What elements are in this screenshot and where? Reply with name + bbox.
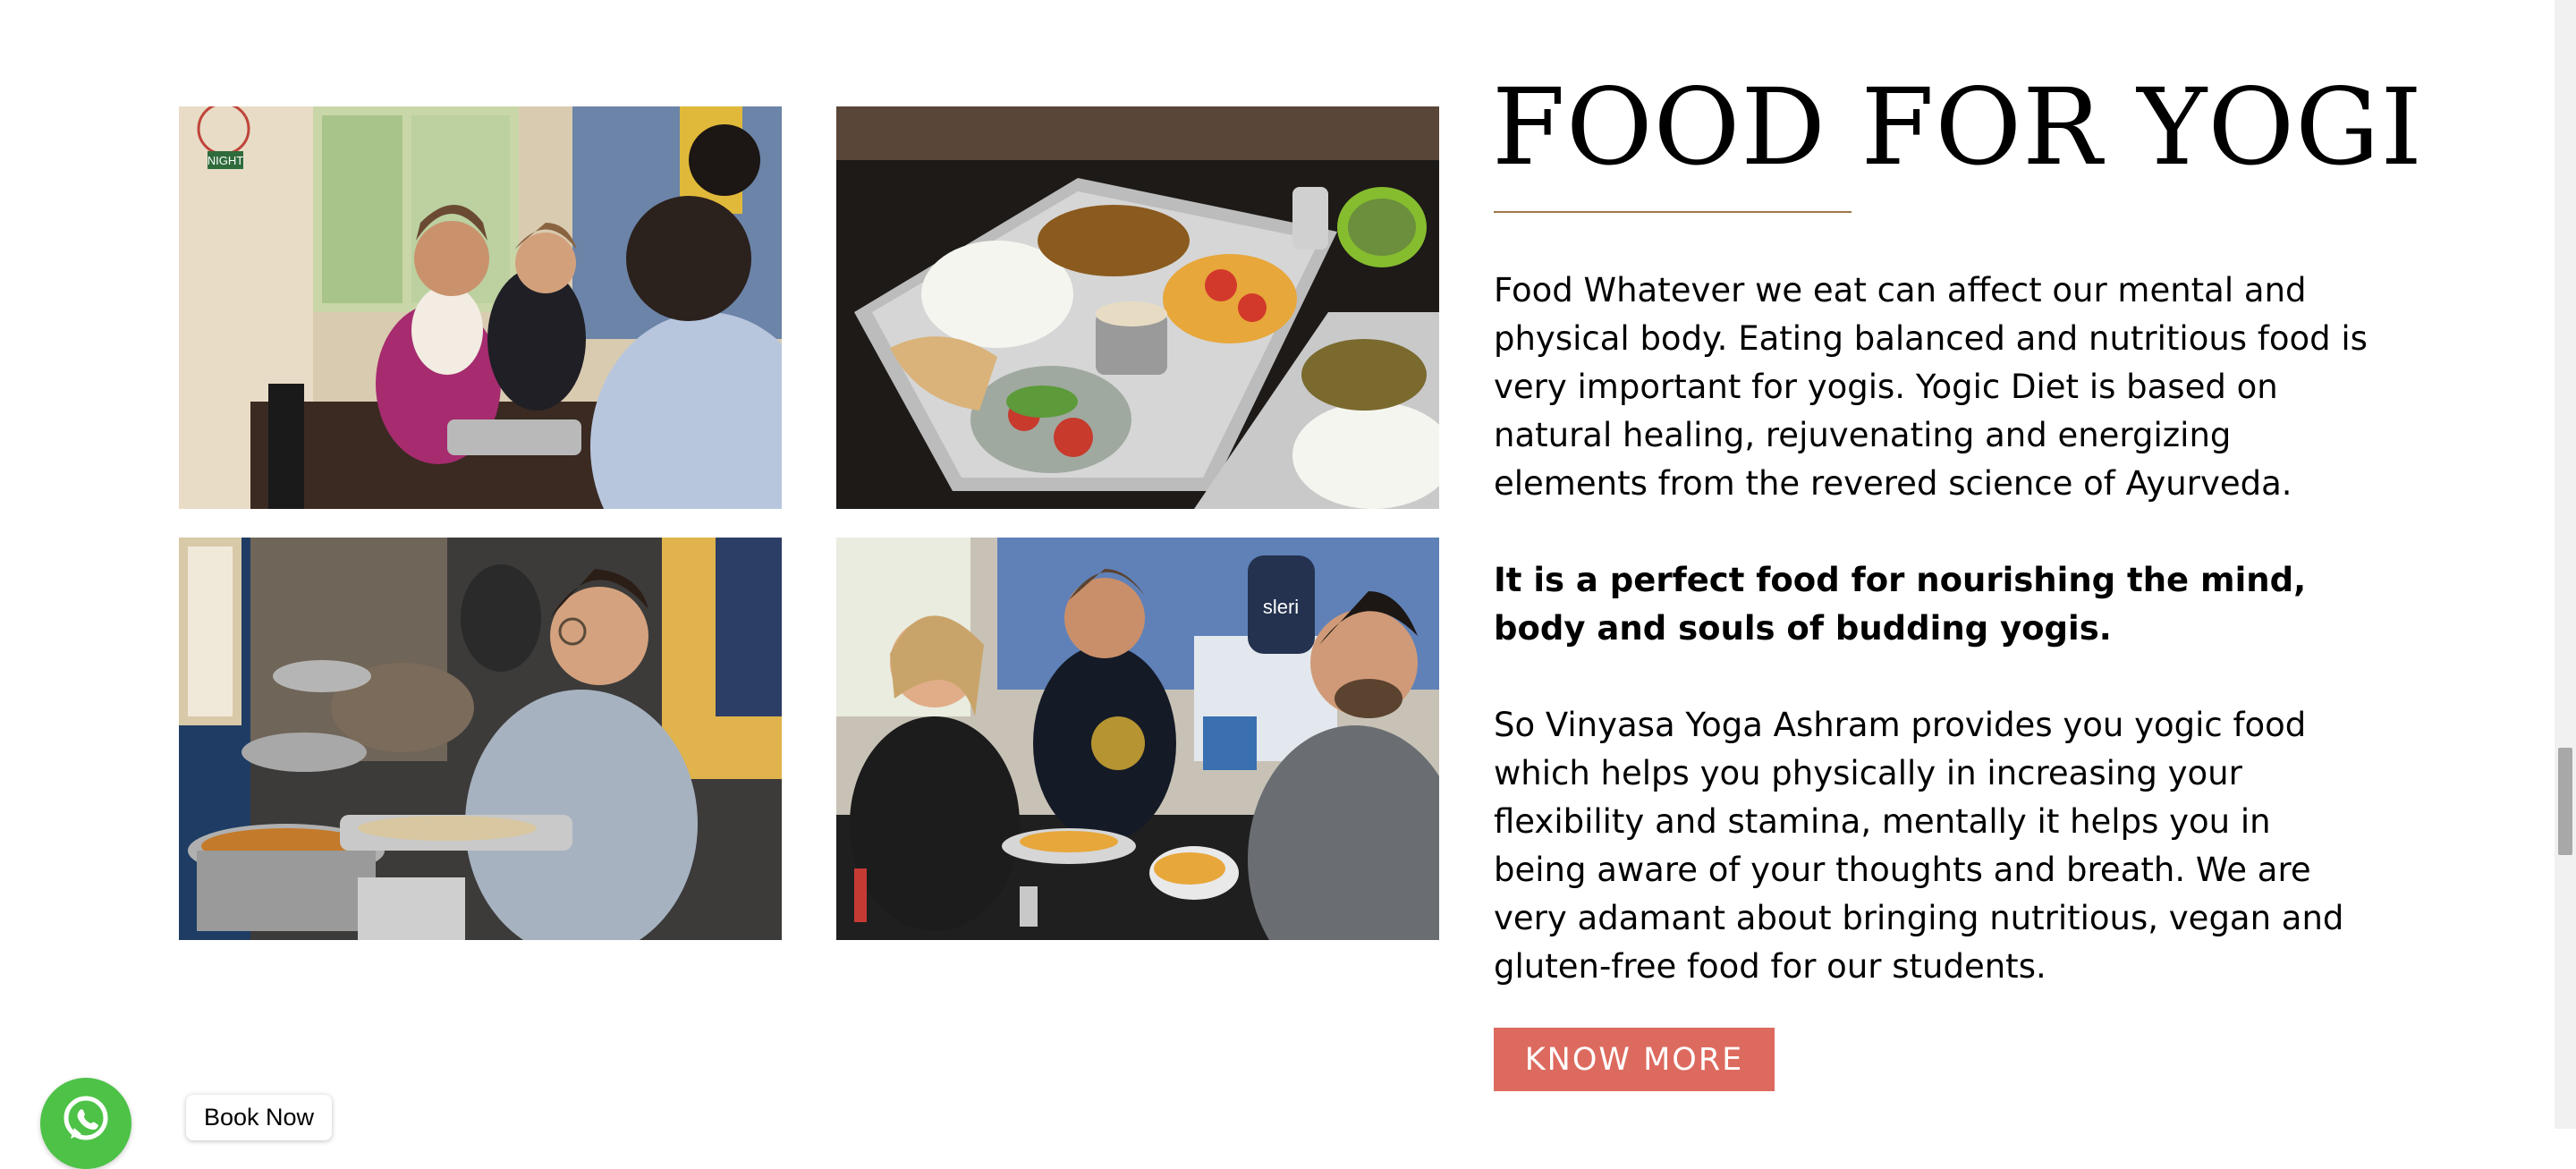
gallery-photo-dining-students: NIGHT bbox=[179, 106, 782, 509]
book-now-tooltip[interactable]: Book Now bbox=[186, 1095, 333, 1140]
ashram-food-paragraph: So Vinyasa Yoga Ashram provides you yogi… bbox=[1494, 706, 2344, 986]
gallery-photo-buffet-serving bbox=[179, 538, 782, 940]
section-heading: FOOD FOR YOGI bbox=[1492, 65, 2423, 189]
page-scrollbar-track[interactable] bbox=[2555, 0, 2576, 1129]
night-sign-text: NIGHT bbox=[208, 154, 244, 167]
whatsapp-chat-button[interactable] bbox=[40, 1078, 131, 1169]
gallery-photo-thali-plate bbox=[836, 106, 1439, 509]
intro-paragraph: Food Whatever we eat can affect our ment… bbox=[1494, 271, 2368, 503]
heading-underline-divider bbox=[1494, 211, 1852, 213]
know-more-button[interactable]: KNOW MORE bbox=[1494, 1028, 1775, 1091]
page-scrollbar-thumb[interactable] bbox=[2558, 748, 2572, 855]
gallery-photo-students-chatting: sleri bbox=[836, 538, 1439, 940]
bottle-label-text: sleri bbox=[1263, 596, 1299, 618]
whatsapp-icon bbox=[64, 1096, 108, 1140]
highlight-paragraph: It is a perfect food for nourishing the … bbox=[1494, 561, 2307, 648]
